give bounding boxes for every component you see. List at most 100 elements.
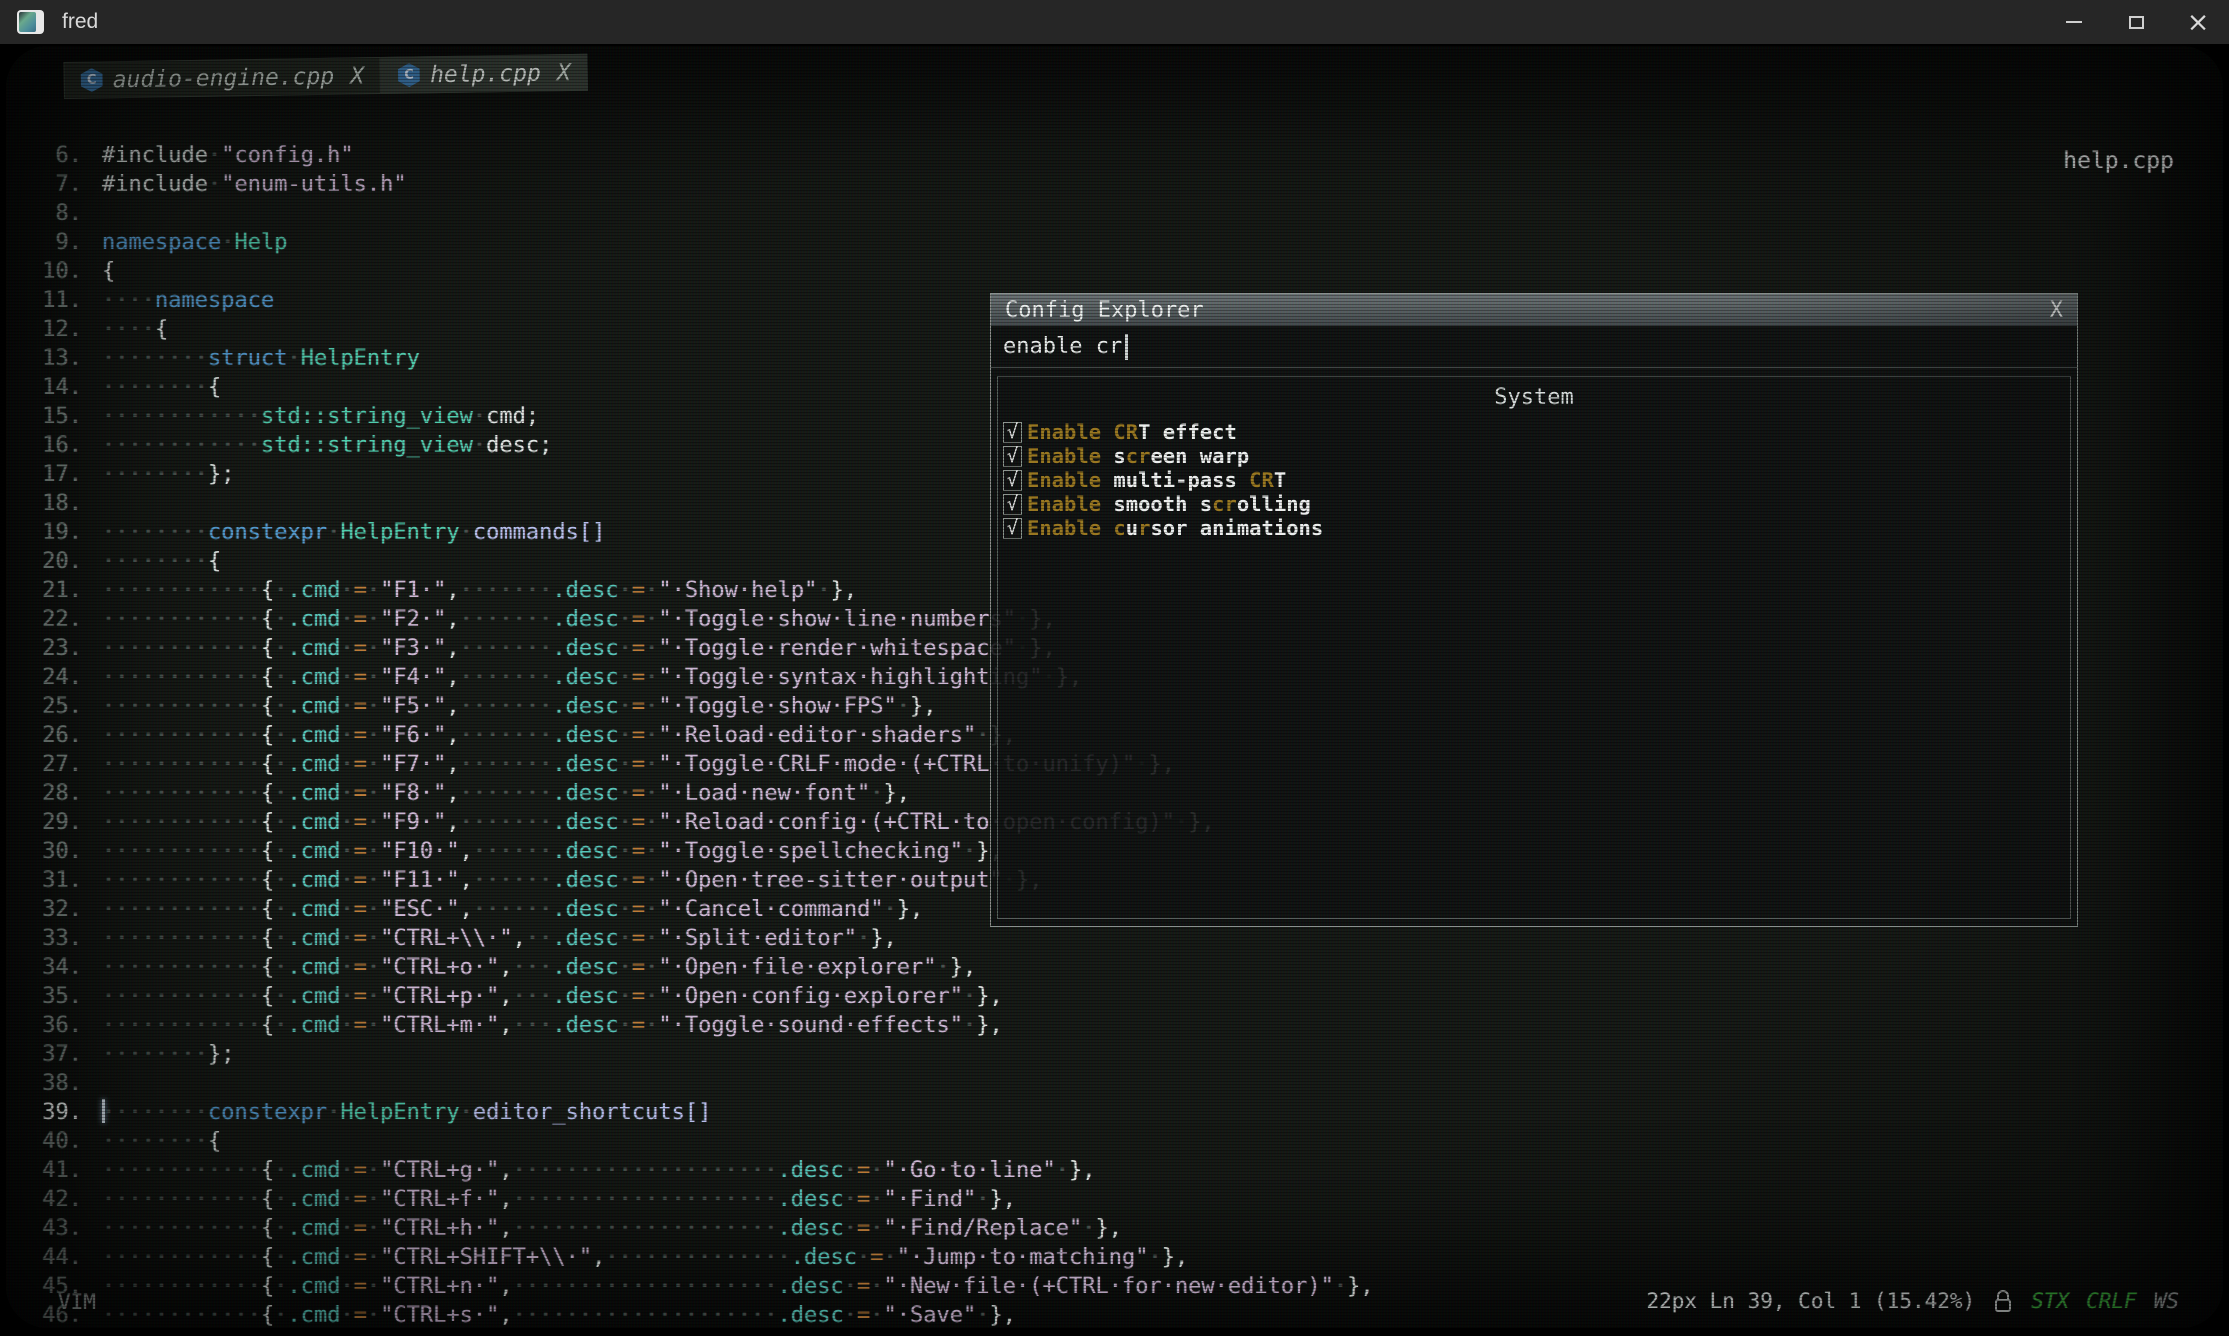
popup-close-icon[interactable]: X [2050,298,2063,323]
line-number: 20. [6,547,82,576]
code-line: 43.············{·.cmd·=·"CTRL+h·",······… [6,1214,2223,1243]
config-option[interactable]: √Enable cursor animations [1003,516,2070,540]
checkbox-checked-icon[interactable]: √ [1003,446,1022,467]
checkbox-checked-icon[interactable]: √ [1003,518,1022,539]
line-number: 18. [6,489,82,518]
line-number: 32. [6,895,82,924]
line-number: 42. [6,1185,82,1214]
cpp-icon: C [398,63,420,87]
tab-close-icon[interactable]: X [350,63,364,89]
tab-bar: Caudio-engine.cpp X Chelp.cpp X [63,54,588,99]
config-option[interactable]: √Enable smooth scrolling [1003,492,2070,516]
config-option[interactable]: √Enable CRT effect [1003,420,2070,444]
config-list: System √Enable CRT effect√Enable screen … [997,376,2071,919]
tab-help-cpp[interactable]: Chelp.cpp X [381,54,588,94]
popup-titlebar: Config Explorer X [991,294,2077,326]
line-number: 27. [6,750,82,779]
line-number: 29. [6,808,82,837]
code-line: 39.········constexpr·HelpEntry·editor_sh… [6,1098,2223,1127]
line-number: 21. [6,576,82,605]
checkbox-checked-icon[interactable]: √ [1003,470,1022,491]
line-number: 10. [6,257,82,286]
tab-close-icon[interactable]: X [557,60,571,86]
line-number: 30. [6,837,82,866]
config-option[interactable]: √Enable multi-pass CRT [1003,468,2070,492]
code-line: 8. [6,199,2223,228]
option-label: Enable cursor animations [1027,516,1323,540]
tab-audio-engine-cpp[interactable]: Caudio-engine.cpp X [63,57,381,99]
search-query: enable cr [1003,334,1122,359]
line-number: 40. [6,1127,82,1156]
option-label: Enable CRT effect [1027,420,1237,444]
code-line: 9.namespace·Help [6,228,2223,257]
line-number: 38. [6,1069,82,1098]
code-line: 6.#include·"config.h" [6,141,2223,170]
lock-icon [1992,1288,2014,1314]
option-label: Enable smooth scrolling [1027,492,1311,516]
line-number: 37. [6,1040,82,1069]
pane-filename: help.cpp [2063,148,2174,174]
line-number: 25. [6,692,82,721]
line-number: 13. [6,344,82,373]
minimize-icon [2066,21,2082,23]
code-line: 38. [6,1069,2223,1098]
line-number: 22. [6,605,82,634]
crt-content: Caudio-engine.cpp X Chelp.cpp X help.cpp 6.… [6,46,2223,1328]
code-line: 44.············{·.cmd·=·"CTRL+SHIFT+\\·"… [6,1243,2223,1272]
line-number: 34. [6,953,82,982]
eol-indicator: CRLF [2086,1289,2137,1313]
line-number: 35. [6,982,82,1011]
code-line: 34.············{·.cmd·=·"CTRL+o·",···.de… [6,953,2223,982]
line-number: 28. [6,779,82,808]
code-line: 33.············{·.cmd·=·"CTRL+\\·",··.de… [6,924,2223,953]
maximize-button[interactable] [2105,0,2167,44]
code-line: 37.········}; [6,1040,2223,1069]
syntax-indicator: STX [2031,1289,2069,1313]
line-number: 23. [6,634,82,663]
window-controls: × [2043,0,2229,44]
line-number: 24. [6,663,82,692]
checkbox-checked-icon[interactable]: √ [1003,494,1022,515]
line-number: 39. [6,1098,82,1127]
tab-label: audio-engine.cpp [112,63,334,92]
close-icon: × [2187,9,2210,36]
line-number: 33. [6,924,82,953]
window-title: fred [62,10,98,34]
code-line: 42.············{·.cmd·=·"CTRL+f·",······… [6,1185,2223,1214]
crt-screen: Caudio-engine.cpp X Chelp.cpp X help.cpp 6.… [0,44,2229,1336]
minimize-button[interactable] [2043,0,2105,44]
tab-label: help.cpp [430,60,541,88]
line-number: 17. [6,460,82,489]
option-label: Enable screen warp [1027,444,1249,468]
line-number: 36. [6,1011,82,1040]
close-button[interactable]: × [2167,0,2229,44]
status-bar: VIM 22px Ln 39, Col 1 (15.42%) STX CRLF … [6,1282,2223,1314]
maximize-icon [2129,16,2144,29]
line-number: 31. [6,866,82,895]
code-line: 35.············{·.cmd·=·"CTRL+p·",···.de… [6,982,2223,1011]
line-number: 26. [6,721,82,750]
app-icon-glyph [19,12,36,32]
search-caret [1125,334,1128,360]
code-line: 40.········{ [6,1127,2223,1156]
vim-mode-indicator: VIM [58,1290,96,1314]
status-right-group: 22px Ln 39, Col 1 (15.42%) STX CRLF WS [1646,1288,2179,1314]
code-line: 7.#include·"enum-utils.h" [6,170,2223,199]
config-section-header: System [998,385,2070,410]
config-option[interactable]: √Enable screen warp [1003,444,2070,468]
line-number: 7. [6,170,82,199]
line-number: 14. [6,373,82,402]
config-explorer-popup: Config Explorer X enable cr System √Enab… [990,293,2078,927]
line-number: 9. [6,228,82,257]
status-metrics: 22px Ln 39, Col 1 (15.42%) [1646,1289,1975,1313]
line-number: 11. [6,286,82,315]
code-line: 10.{ [6,257,2223,286]
line-number: 6. [6,141,82,170]
code-line: 36.············{·.cmd·=·"CTRL+m·",···.de… [6,1011,2223,1040]
line-number: 16. [6,431,82,460]
config-search-input[interactable]: enable cr [991,326,2077,368]
checkbox-checked-icon[interactable]: √ [1003,422,1022,443]
cpp-icon: C [81,68,103,92]
line-number: 12. [6,315,82,344]
line-number: 15. [6,402,82,431]
